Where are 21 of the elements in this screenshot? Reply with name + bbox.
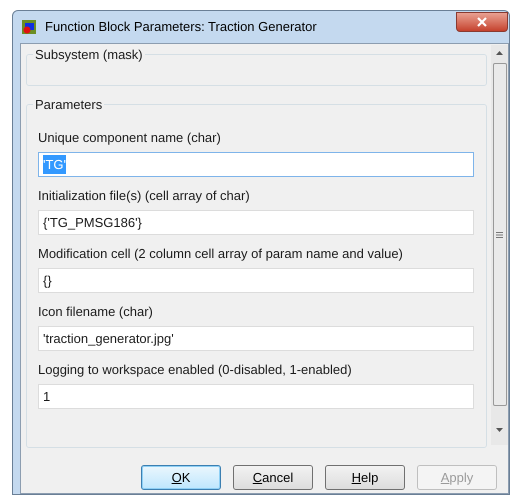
scroll-up-icon xyxy=(496,51,503,55)
field-label: Icon filename (char) xyxy=(38,303,154,320)
field-label: Logging to workspace enabled (0-disabled, 1-enabled) xyxy=(38,361,353,378)
input-field[interactable]: {} xyxy=(38,268,474,293)
field-label: Initialization file(s) (cell array of char) xyxy=(38,187,251,204)
dialog-button[interactable]: Help xyxy=(325,465,405,490)
app-icon xyxy=(21,19,37,35)
dialog-button[interactable]: OK xyxy=(141,465,221,490)
scroll-down-icon xyxy=(496,428,503,432)
scroll-thumb[interactable] xyxy=(492,63,506,406)
input-field[interactable]: 'traction_generator.jpg' xyxy=(38,326,474,351)
field-label: Modification cell (2 column cell array of param name and value) xyxy=(38,245,404,262)
close-button[interactable] xyxy=(456,12,508,32)
close-icon xyxy=(477,17,487,27)
input-field[interactable]: {'TG_PMSG186'} xyxy=(38,210,474,235)
dialog-button[interactable]: Cancel xyxy=(233,465,313,490)
window-title: Function Block Parameters: Traction Generator xyxy=(45,18,317,36)
field-label: Unique component name (char) xyxy=(38,129,222,146)
input-field[interactable]: 1 xyxy=(38,384,474,409)
scrollbar[interactable] xyxy=(491,45,508,445)
grip-icon xyxy=(496,232,503,238)
